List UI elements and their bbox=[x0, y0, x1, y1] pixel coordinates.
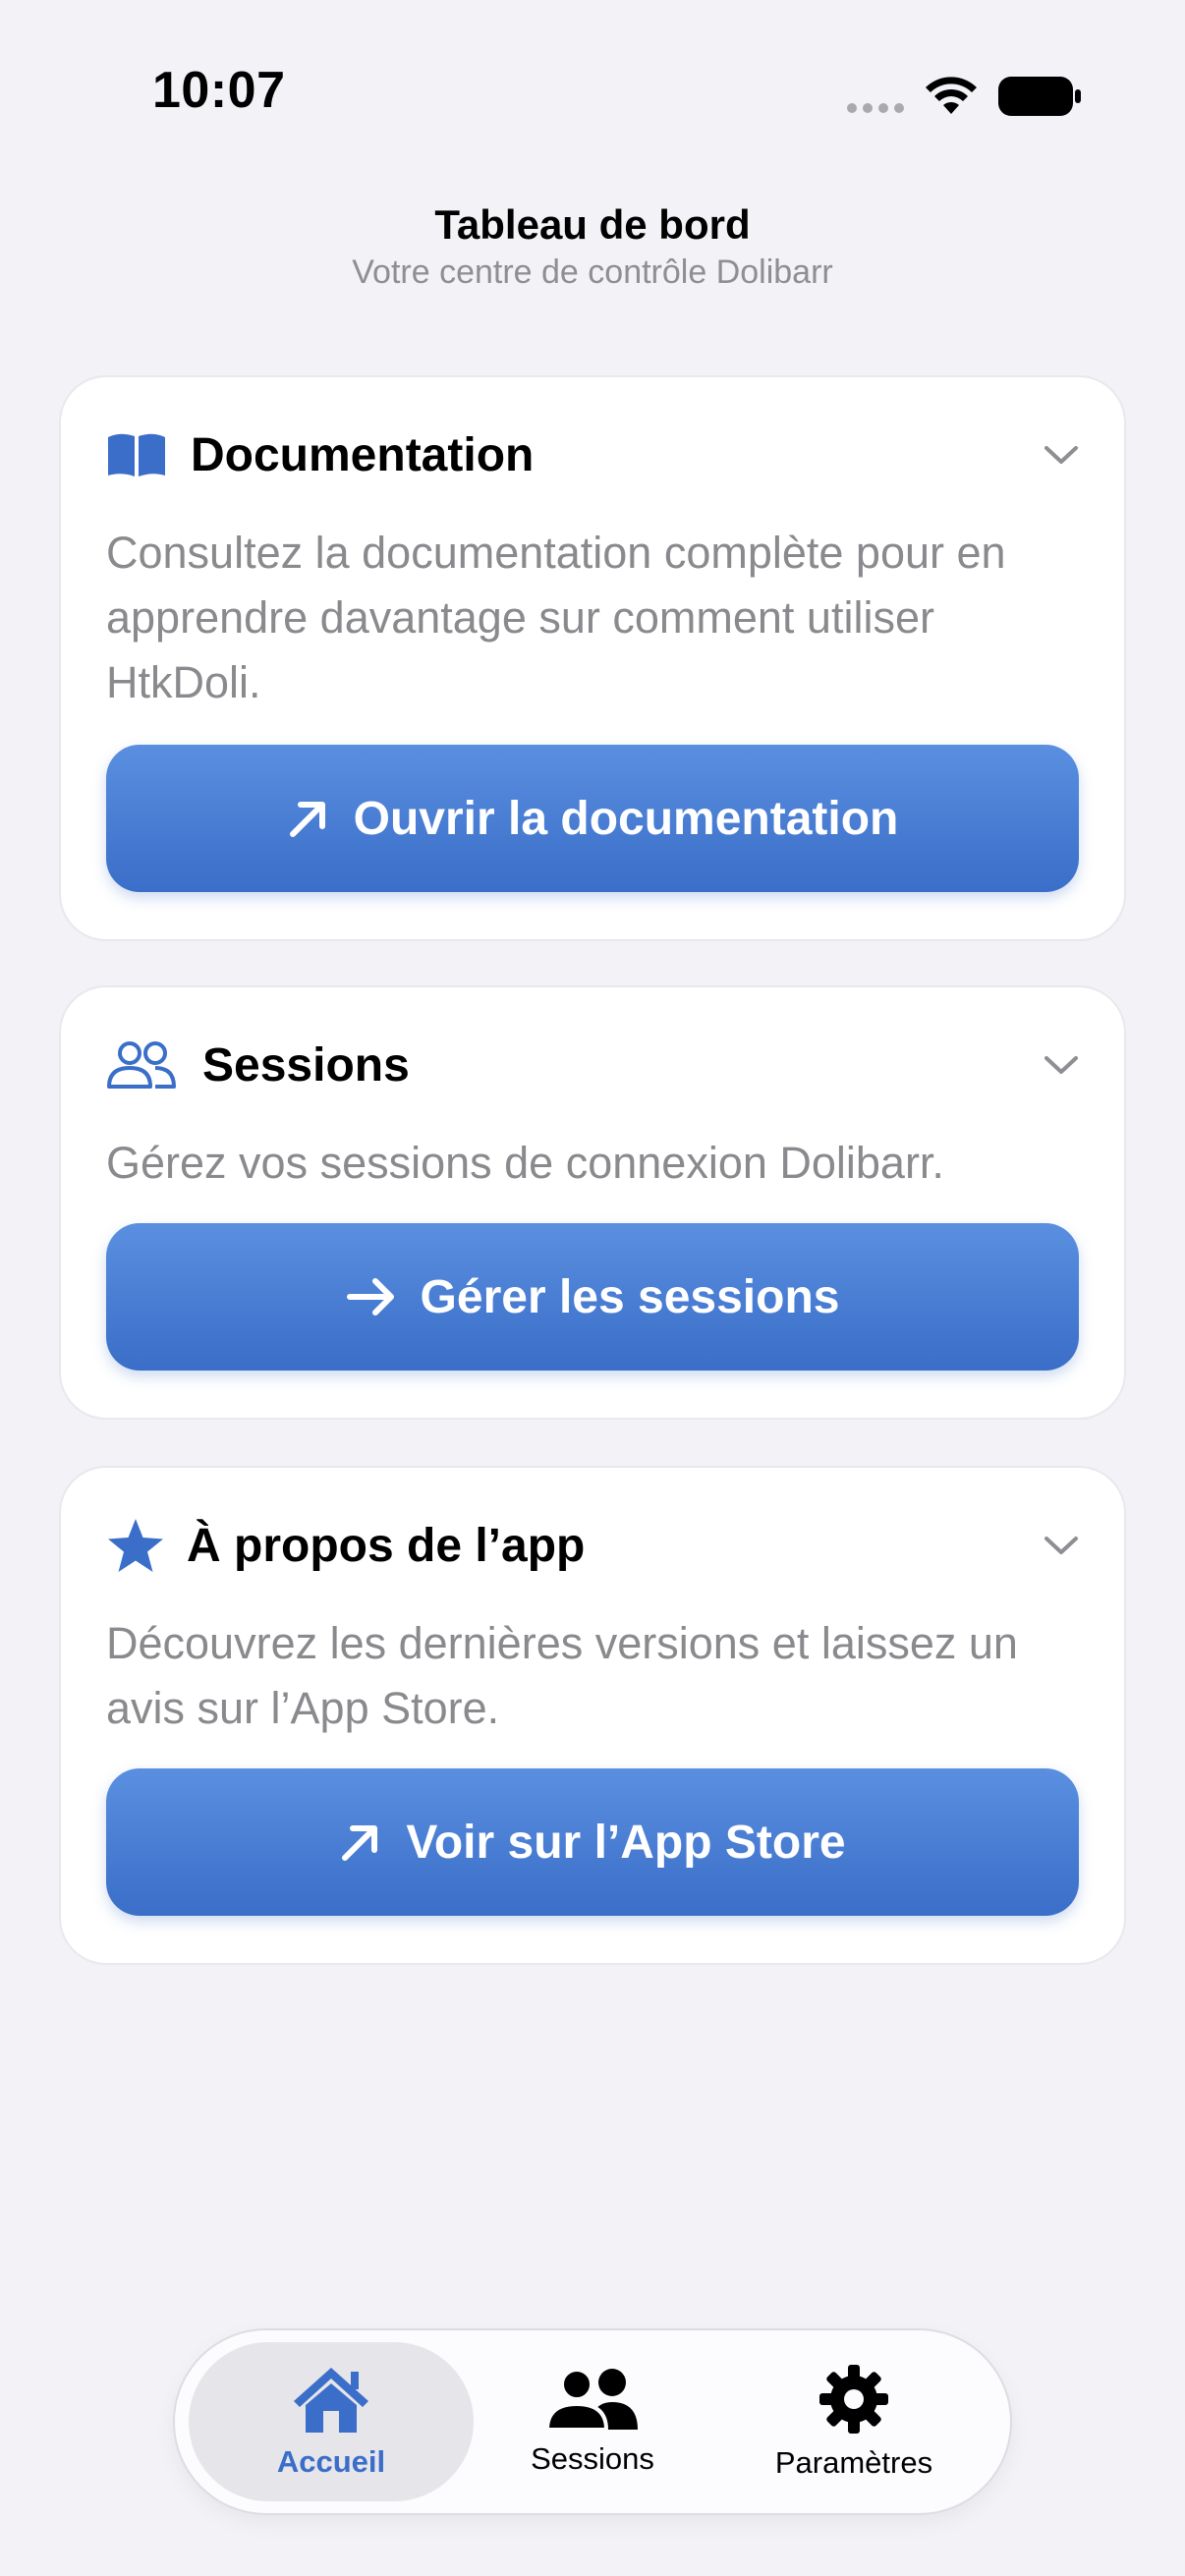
star-icon bbox=[106, 1518, 169, 1573]
tab-label: Paramètres bbox=[774, 2445, 933, 2480]
page-title: Tableau de bord bbox=[434, 201, 751, 248]
card-sessions: Sessions Gérez vos sessions de connexion… bbox=[61, 987, 1124, 1418]
tab-label: Accueil bbox=[276, 2444, 386, 2479]
tab-accueil[interactable]: Accueil bbox=[189, 2342, 474, 2501]
button-label: Ouvrir la documentation bbox=[353, 792, 899, 845]
status-time: 10:07 bbox=[152, 62, 286, 119]
arrow-up-right-icon bbox=[289, 802, 325, 837]
card-description: Découvrez les dernières versions et lais… bbox=[106, 1618, 1018, 1733]
card-header-about[interactable]: À propos de l’app bbox=[106, 1511, 1079, 1580]
tab-label: Sessions bbox=[531, 2441, 654, 2476]
view-app-store-button[interactable]: Voir sur l’App Store bbox=[106, 1768, 1079, 1916]
chevron-down-icon[interactable] bbox=[1044, 443, 1079, 467]
people-fill-icon bbox=[545, 2368, 638, 2432]
card-documentation: Documentation Consultez la documentation… bbox=[61, 377, 1124, 939]
manage-sessions-button[interactable]: Gérer les sessions bbox=[106, 1223, 1079, 1371]
arrow-up-right-icon bbox=[342, 1825, 378, 1861]
wifi-icon bbox=[926, 77, 977, 114]
open-documentation-button[interactable]: Ouvrir la documentation bbox=[106, 745, 1079, 892]
card-header-sessions[interactable]: Sessions bbox=[106, 1031, 1079, 1099]
tab-bar: Accueil Sessions Paramètres bbox=[175, 2330, 1010, 2513]
button-label: Gérer les sessions bbox=[420, 1270, 840, 1323]
card-title: Documentation bbox=[191, 428, 535, 481]
tab-parametres[interactable]: Paramètres bbox=[711, 2342, 996, 2501]
chevron-down-icon[interactable] bbox=[1044, 1053, 1079, 1077]
house-icon bbox=[294, 2368, 368, 2433]
arrow-right-icon bbox=[346, 1278, 394, 1316]
people-icon bbox=[106, 1037, 181, 1092]
card-header-documentation[interactable]: Documentation bbox=[106, 420, 1079, 489]
button-label: Voir sur l’App Store bbox=[406, 1816, 846, 1869]
card-title: Sessions bbox=[202, 1038, 410, 1092]
signal-dots-icon bbox=[847, 103, 904, 113]
book-icon bbox=[106, 427, 169, 482]
card-description: Consultez la documentation complète pour… bbox=[106, 528, 1006, 707]
tab-sessions[interactable]: Sessions bbox=[450, 2342, 735, 2501]
battery-icon bbox=[998, 77, 1081, 116]
page-subtitle: Votre centre de contrôle Dolibarr bbox=[352, 253, 833, 291]
chevron-down-icon[interactable] bbox=[1044, 1534, 1079, 1557]
gear-icon bbox=[819, 2365, 888, 2434]
card-title: À propos de l’app bbox=[187, 1519, 586, 1572]
card-about: À propos de l’app Découvrez les dernière… bbox=[61, 1468, 1124, 1963]
card-description: Gérez vos sessions de connexion Dolibarr… bbox=[106, 1138, 944, 1188]
